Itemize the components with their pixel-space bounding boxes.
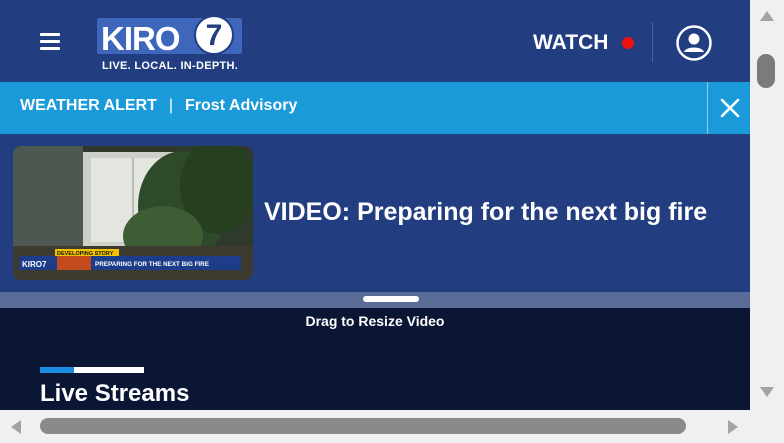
- live-indicator-dot: [622, 37, 635, 49]
- section-accent-rule: [40, 367, 144, 373]
- scroll-down-arrow-icon[interactable]: [759, 386, 775, 398]
- horizontal-scrollbar[interactable]: [0, 410, 784, 443]
- vertical-scrollbar[interactable]: [750, 0, 784, 410]
- video-resize-bar[interactable]: [0, 292, 750, 308]
- site-header: KIRO 7 LIVE. LOCAL. IN-DEPTH. WATCH: [0, 0, 750, 82]
- header-divider: [652, 22, 653, 62]
- browser-viewport: KIRO 7 LIVE. LOCAL. IN-DEPTH. WATCH WEAT…: [0, 0, 750, 410]
- scroll-left-arrow-icon[interactable]: [10, 419, 22, 435]
- thumbnail-corner-logo: KIRO7: [22, 260, 47, 269]
- video-player-strip: DEVELOPING STORY KIRO7 PREPARING FOR THE…: [0, 134, 750, 292]
- logo-tagline: LIVE. LOCAL. IN-DEPTH.: [102, 60, 239, 72]
- watch-live-button[interactable]: WATCH: [533, 30, 635, 56]
- vertical-scroll-thumb[interactable]: [757, 54, 775, 88]
- weather-alert-banner[interactable]: WEATHER ALERT | Frost Advisory: [0, 82, 750, 134]
- resize-handle[interactable]: [363, 296, 419, 302]
- watch-label: WATCH: [533, 31, 609, 54]
- scroll-up-arrow-icon[interactable]: [759, 10, 775, 22]
- alert-message[interactable]: Frost Advisory: [185, 97, 297, 114]
- video-title[interactable]: VIDEO: Preparing for the next big fire: [264, 198, 707, 227]
- video-thumbnail[interactable]: DEVELOPING STORY KIRO7 PREPARING FOR THE…: [13, 146, 253, 280]
- drag-resize-hint: Drag to Resize Video: [305, 313, 445, 329]
- kiro7-logo[interactable]: KIRO 7 LIVE. LOCAL. IN-DEPTH.: [97, 14, 247, 74]
- logo-seven-circle: 7: [194, 15, 234, 55]
- logo-text: KIRO: [101, 20, 180, 57]
- user-account-icon[interactable]: [675, 24, 713, 62]
- video-thumbnail-image: DEVELOPING STORY KIRO7 PREPARING FOR THE…: [13, 146, 253, 280]
- horizontal-scroll-thumb[interactable]: [40, 418, 686, 434]
- close-icon: [720, 98, 739, 118]
- thumbnail-ticker: PREPARING FOR THE NEXT BIG FIRE: [95, 261, 209, 268]
- alert-separator: |: [168, 97, 174, 114]
- section-title-live-streams: Live Streams: [40, 380, 190, 407]
- alert-label: WEATHER ALERT: [20, 97, 157, 114]
- scroll-right-arrow-icon[interactable]: [727, 419, 739, 435]
- alert-text: WEATHER ALERT | Frost Advisory: [20, 97, 297, 115]
- hamburger-menu-icon[interactable]: [40, 33, 60, 51]
- logo-number: 7: [206, 19, 223, 52]
- close-alert-button[interactable]: [707, 82, 750, 134]
